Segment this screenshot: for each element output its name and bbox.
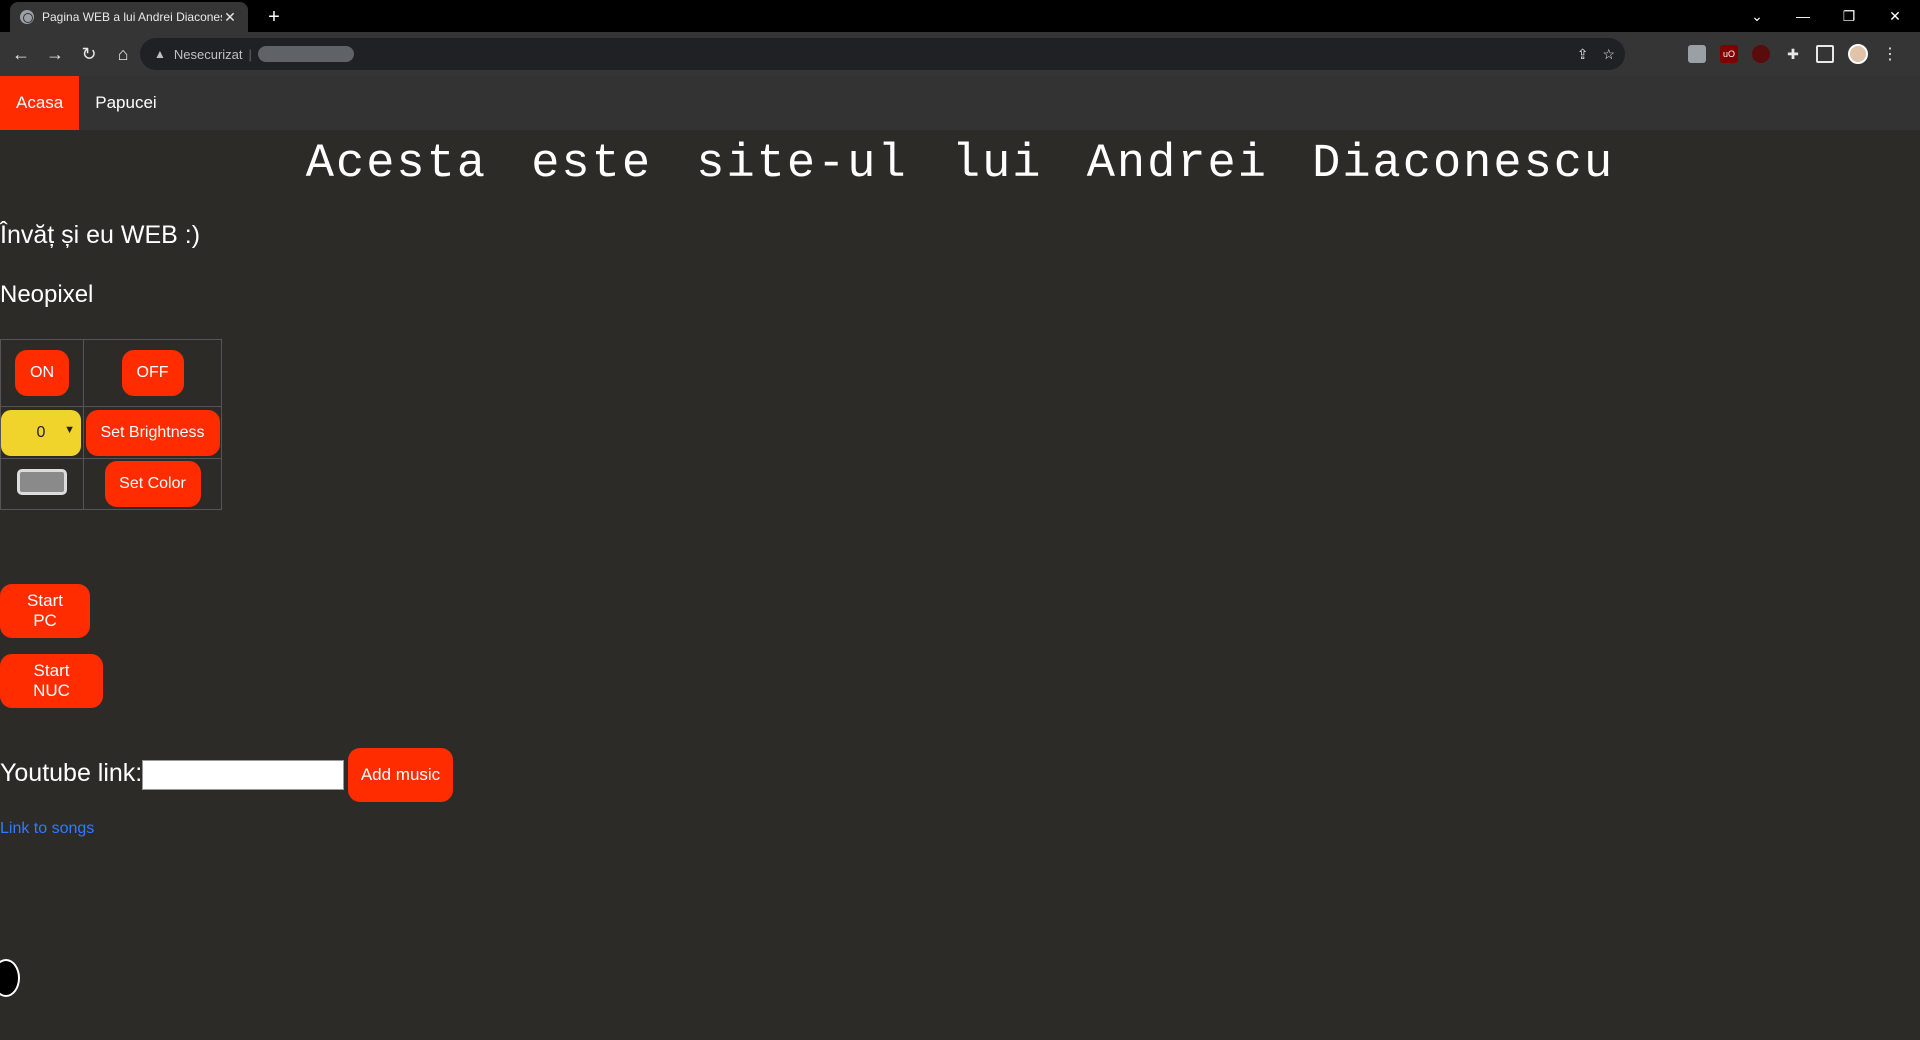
tab-search-icon[interactable]: ⌄ [1734, 4, 1780, 28]
off-button[interactable]: OFF [121, 350, 184, 396]
ublock-icon[interactable]: uO [1720, 45, 1738, 63]
side-panel-icon[interactable] [1816, 45, 1834, 63]
table-cell: Set Brightness [83, 406, 222, 459]
divider: | [248, 46, 252, 62]
set-color-button[interactable]: Set Color [104, 461, 201, 507]
extension-red-icon[interactable] [1752, 45, 1770, 63]
table-row: ON OFF [0, 339, 222, 407]
warning-icon: ▲ [154, 47, 166, 61]
bookmark-star-icon[interactable]: ☆ [1602, 46, 1615, 63]
chevron-down-icon: ▼ [64, 423, 75, 436]
table-cell: Set Color [83, 458, 222, 510]
page-content: Acasa Papucei Acesta este site-ul lui An… [0, 76, 1920, 1040]
table-cell [0, 458, 84, 510]
minimize-button[interactable]: — [1780, 4, 1826, 28]
add-music-button[interactable]: Add music [348, 748, 453, 802]
color-picker[interactable] [17, 468, 67, 495]
page-subtitle: Învăț și eu WEB :) [0, 221, 201, 249]
start-nuc-button[interactable]: Start NUC [0, 654, 103, 708]
back-icon[interactable]: ← [6, 39, 36, 69]
songs-link[interactable]: Link to songs [0, 820, 94, 838]
home-icon[interactable]: ⌂ [108, 39, 138, 69]
puzzle-icon[interactable]: ✚ [1784, 45, 1802, 63]
new-tab-button[interactable]: + [262, 5, 286, 29]
globe-icon [20, 10, 34, 24]
youtube-link-input[interactable] [142, 760, 344, 790]
extensions-area: uO ✚ ⋮ [1688, 32, 1898, 76]
youtube-link-label: Youtube link: [0, 759, 143, 787]
neopixel-heading: Neopixel [0, 281, 94, 308]
address-bar[interactable]: ▲ Nesecurizat | ⇪ ☆ [140, 38, 1625, 70]
redacted-url [257, 46, 354, 62]
tab-close-icon[interactable]: ✕ [222, 9, 238, 26]
address-bar-actions: ⇪ ☆ [1577, 38, 1625, 70]
reload-icon[interactable]: ↻ [74, 39, 104, 69]
browser-tab-strip: Pagina WEB a lui Andrei Diaconescu ✕ + ⌄… [0, 0, 1920, 32]
page-title: Acesta este site-ul lui Andrei Diaconesc… [305, 138, 1615, 191]
nav-item-acasa[interactable]: Acasa [0, 76, 80, 130]
security-label: Nesecurizat [173, 46, 243, 62]
table-cell: ON [0, 339, 84, 407]
menu-dots-icon[interactable]: ⋮ [1882, 44, 1898, 64]
floating-circle-icon[interactable] [0, 959, 20, 997]
extension-icon[interactable] [1688, 45, 1706, 63]
top-navigation: Acasa Papucei [0, 76, 1920, 130]
brightness-select[interactable]: 0 ▼ [1, 409, 81, 456]
share-icon[interactable]: ⇪ [1577, 46, 1589, 63]
profile-avatar[interactable] [1848, 44, 1868, 64]
close-window-button[interactable]: ✕ [1872, 4, 1918, 28]
browser-tab[interactable]: Pagina WEB a lui Andrei Diaconescu ✕ [10, 2, 248, 32]
start-pc-button[interactable]: Start PC [0, 584, 90, 638]
neopixel-controls-table: ON OFF 0 ▼ Set Brightness Set Color [0, 339, 222, 510]
on-button[interactable]: ON [15, 350, 69, 396]
forward-icon[interactable]: → [40, 39, 70, 69]
nav-item-papucei[interactable]: Papucei [79, 76, 172, 130]
restore-button[interactable]: ❐ [1826, 4, 1872, 28]
table-cell: OFF [83, 339, 222, 407]
tab-title: Pagina WEB a lui Andrei Diaconescu [42, 10, 222, 24]
table-row: 0 ▼ Set Brightness [0, 406, 222, 459]
set-brightness-button[interactable]: Set Brightness [85, 409, 220, 456]
table-row: Set Color [0, 458, 222, 510]
table-cell: 0 ▼ [0, 406, 84, 459]
brightness-value: 0 [36, 423, 46, 441]
